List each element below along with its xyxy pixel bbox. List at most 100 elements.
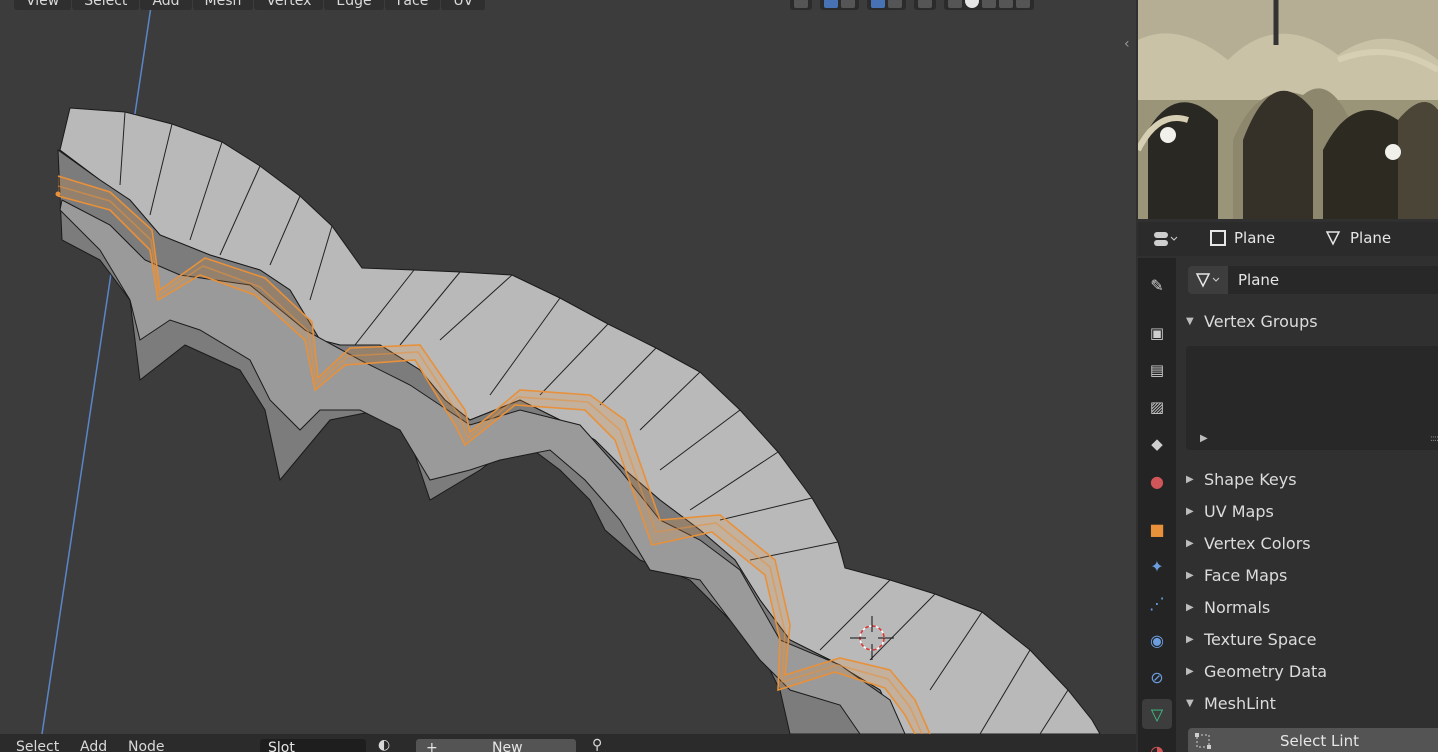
tab-physics[interactable]: ◉ [1142,625,1172,655]
properties-tabs: ✎ ▣ ▤ ▨ ◆ ● ■ ✦ ⋰ ◉ ⊘ ▽ ◑ [1138,258,1176,752]
object-breadcrumb: Plane [1210,229,1275,247]
panel-label: MeshLint [1204,693,1276,713]
panel-geometry-data[interactable]: ▶ Geometry Data [1186,657,1327,685]
chevron-down-icon [841,0,855,8]
chevron-down-icon [888,0,902,8]
panel-shape-keys[interactable]: ▶ Shape Keys [1186,465,1297,493]
collapsed-triangle-icon: ▶ [1186,537,1194,549]
mesh-name: Plane [1350,229,1392,247]
panel-vertex-colors[interactable]: ▶ Vertex Colors [1186,529,1311,557]
physics-icon: ◉ [1150,630,1164,650]
panel-vertex-groups[interactable]: ▼ Vertex Groups [1186,307,1318,335]
output-icon: ▤ [1149,361,1165,379]
menu-node[interactable]: Node [128,739,165,752]
top-surface [59,107,1101,734]
mesh-data-icon [1195,273,1220,288]
solid-shading-icon[interactable] [965,0,979,8]
chevron-down-icon[interactable] [1016,0,1030,8]
tab-scene[interactable]: ◆ [1142,429,1172,459]
slot-dropdown[interactable]: Slot [260,739,366,752]
menu-face[interactable]: Face [384,0,442,10]
menu-uv[interactable]: UV [441,0,487,10]
panel-normals[interactable]: ▶ Normals [1186,593,1270,621]
xray-toggle[interactable] [914,0,936,10]
snap-toggle[interactable] [820,0,859,10]
tab-material[interactable]: ◑ [1142,736,1172,752]
panel-label: Shape Keys [1204,469,1297,489]
wireframe-shading-icon[interactable] [948,0,962,8]
menu-edge[interactable]: Edge [324,0,385,10]
menu-view[interactable]: View [14,0,73,10]
tab-tool[interactable]: ✎ [1142,270,1172,300]
wrench-icon: ✦ [1150,556,1164,576]
collapsed-triangle-icon: ▶ [1186,473,1194,485]
scene-icon: ◆ [1151,435,1163,453]
menu-mesh[interactable]: Mesh [192,0,255,10]
expanded-triangle-icon: ▼ [1186,315,1194,327]
constraints-icon: ⊘ [1150,667,1164,687]
material-icon: ◑ [1150,741,1164,752]
tab-modifiers[interactable]: ✦ [1142,551,1172,581]
mesh-browse-button[interactable] [1188,266,1228,294]
collapsed-triangle-icon: ▶ [1186,665,1194,677]
object-icon [1210,230,1226,246]
tab-constraints[interactable]: ⊘ [1142,662,1172,692]
select-lint-label: Select Lint [1280,732,1359,750]
transform-pivot-dropdown[interactable] [790,0,812,10]
tab-particles[interactable]: ⋰ [1142,588,1172,618]
material-browse-icon[interactable]: ◐ [378,737,390,752]
new-material-button[interactable]: + New [416,739,576,752]
resize-grip-icon[interactable]: :::: [1430,434,1438,444]
tool-icon: ✎ [1150,275,1164,295]
mesh-data-tab-icon: ▽ [1150,704,1164,724]
chevron-left-icon[interactable]: ‹ [1124,36,1130,52]
panel-face-maps[interactable]: ▶ Face Maps [1186,561,1287,589]
panel-label: Normals [1204,597,1271,617]
tab-world[interactable]: ● [1142,466,1172,496]
particles-icon: ⋰ [1149,593,1165,613]
tab-render[interactable]: ▣ [1142,318,1172,348]
proportional-edit-toggle[interactable] [867,0,906,10]
panel-texture-space[interactable]: ▶ Texture Space [1186,625,1316,653]
object-properties-icon: ■ [1149,519,1165,539]
world-icon: ● [1150,471,1164,491]
menu-add-bottom[interactable]: Add [80,739,107,752]
rendered-shading-icon[interactable] [999,0,1013,8]
panel-label: Texture Space [1204,629,1317,649]
viewport-header-tools [790,0,1034,10]
reference-image-preview[interactable] [1138,0,1438,219]
view-layer-icon: ▨ [1149,398,1165,416]
pin-icon[interactable]: ⚲ [592,737,602,752]
editor-type-dropdown[interactable] [1152,229,1178,249]
snap-icon [824,0,838,8]
mesh-scene[interactable] [0,0,1136,734]
mesh-datablock-selector[interactable]: Plane [1188,266,1438,294]
select-lint-button[interactable]: Select Lint [1188,728,1438,752]
material-shading-icon[interactable] [982,0,996,8]
menu-select[interactable]: Select [72,0,141,10]
tab-object[interactable]: ■ [1142,514,1172,544]
panel-meshlint[interactable]: ▼ MeshLint [1186,689,1276,717]
plus-icon: + [426,740,438,752]
menu-add[interactable]: Add [140,0,193,10]
collapsed-triangle-icon: ▶ [1186,505,1194,517]
select-lint-icon [1195,733,1211,749]
3d-viewport[interactable]: View Select Add Mesh Vertex Edge Face UV… [0,0,1136,734]
expand-triangle-icon[interactable]: ▶ [1200,433,1208,444]
active-vertex [55,191,61,197]
vertex-groups-list[interactable]: ▶ :::: [1186,346,1438,450]
collapsed-triangle-icon: ▶ [1186,601,1194,613]
tab-view-layer[interactable]: ▨ [1142,392,1172,422]
menu-select-bottom[interactable]: Select [16,739,59,752]
shading-modes[interactable] [944,0,1034,10]
viewport-menu: View Select Add Mesh Vertex Edge Face UV [14,0,487,10]
panel-label: Geometry Data [1204,661,1328,681]
panel-label: Vertex Groups [1204,311,1318,331]
menu-vertex[interactable]: Vertex [254,0,325,10]
mesh-properties-panel: Plane ▼ Vertex Groups ▶ :::: ▶ Shape Key… [1176,258,1438,752]
tab-output[interactable]: ▤ [1142,355,1172,385]
render-icon: ▣ [1149,324,1165,342]
tab-data[interactable]: ▽ [1142,699,1172,729]
panel-uv-maps[interactable]: ▶ UV Maps [1186,497,1274,525]
mesh-datablock-name[interactable]: Plane [1238,271,1279,289]
